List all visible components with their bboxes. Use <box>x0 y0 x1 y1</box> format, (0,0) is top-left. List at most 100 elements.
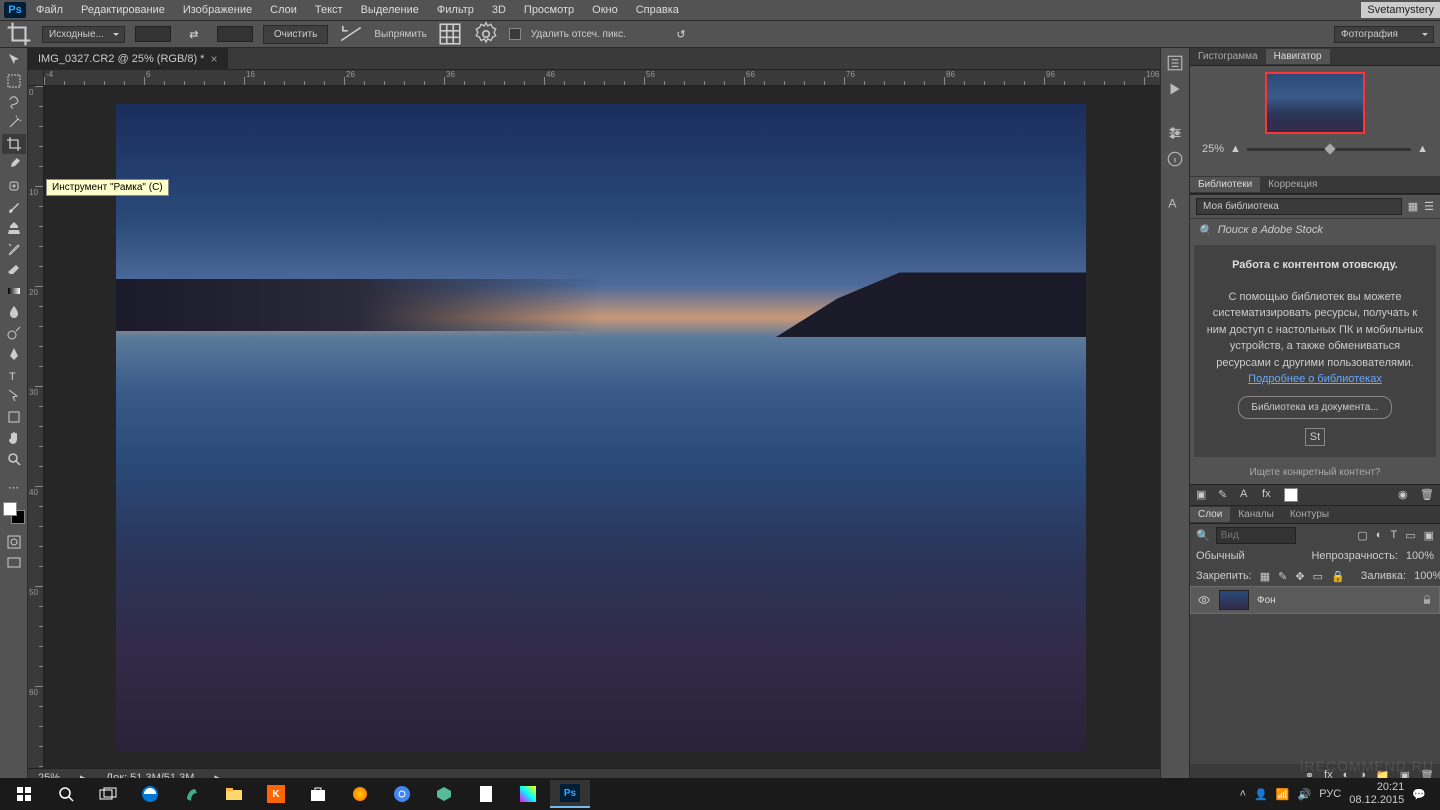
zoom-slider[interactable] <box>1247 148 1411 151</box>
history-brush-tool[interactable] <box>2 239 26 259</box>
blur-tool[interactable] <box>2 302 26 322</box>
histogram-tab[interactable]: Гистограмма <box>1190 49 1266 64</box>
layer-row-background[interactable]: Фон <box>1190 586 1440 614</box>
tray-language[interactable]: РУС <box>1319 788 1341 800</box>
task-view-button[interactable] <box>88 780 128 808</box>
text-tool[interactable]: T <box>2 365 26 385</box>
straighten-icon[interactable] <box>338 23 364 45</box>
lock-move-icon[interactable]: ✥ <box>1295 570 1304 583</box>
tray-wifi-icon[interactable]: 📶 <box>1276 788 1290 801</box>
add-brush-icon[interactable]: ✎ <box>1218 488 1232 502</box>
tray-volume-icon[interactable]: 🔊 <box>1298 788 1312 801</box>
menu-layers[interactable]: Слои <box>262 2 305 18</box>
notification-center-icon[interactable]: 💬 <box>1412 788 1426 801</box>
add-layerstyle-icon[interactable]: fx <box>1262 488 1276 502</box>
navigator-thumbnail[interactable] <box>1265 72 1365 134</box>
taskbar-app-3[interactable] <box>340 780 380 808</box>
libraries-tab[interactable]: Библиотеки <box>1190 177 1260 192</box>
lock-paint-icon[interactable]: ✎ <box>1278 570 1287 583</box>
navigator-tab[interactable]: Навигатор <box>1266 49 1330 64</box>
hand-tool[interactable] <box>2 428 26 448</box>
quick-mask-tool[interactable] <box>2 532 26 552</box>
taskbar-app-4[interactable] <box>424 780 464 808</box>
lock-trans-icon[interactable]: ▦ <box>1260 570 1270 583</box>
search-button[interactable] <box>46 780 86 808</box>
taskbar-chrome[interactable] <box>382 780 422 808</box>
menu-file[interactable]: Файл <box>28 2 71 18</box>
navigator-zoom-value[interactable]: 25% <box>1202 143 1224 155</box>
swap-dimensions-icon[interactable]: ⇄ <box>181 23 207 45</box>
delete-cropped-checkbox[interactable] <box>509 28 521 40</box>
straighten-label[interactable]: Выпрямить <box>374 29 426 40</box>
taskbar-photoshop[interactable]: Ps <box>550 780 590 808</box>
opacity-value[interactable]: 100% <box>1406 550 1434 562</box>
tray-clock[interactable]: 20:21 08.12.2015 <box>1349 781 1404 807</box>
crop-height-field[interactable] <box>217 26 253 42</box>
filter-pixel-icon[interactable]: ▢ <box>1357 529 1367 542</box>
tray-people-icon[interactable]: 👤 <box>1254 788 1268 801</box>
adjustments-tab[interactable]: Коррекция <box>1260 177 1325 192</box>
eyedropper-tool[interactable] <box>2 155 26 175</box>
color-swatches[interactable] <box>3 502 25 524</box>
lock-artboard-icon[interactable]: ▭ <box>1313 570 1323 583</box>
add-color-icon[interactable] <box>1284 488 1298 502</box>
menu-image[interactable]: Изображение <box>175 2 260 18</box>
actions-panel-icon[interactable] <box>1166 80 1184 98</box>
taskbar-app-2[interactable]: K <box>256 780 296 808</box>
fill-value[interactable]: 100% <box>1414 570 1440 582</box>
taskbar-app-6[interactable] <box>508 780 548 808</box>
gradient-tool[interactable] <box>2 281 26 301</box>
taskbar-explorer[interactable] <box>214 780 254 808</box>
crop-ratio-select[interactable]: Исходные... <box>42 26 125 43</box>
clear-button[interactable]: Очистить <box>263 25 329 44</box>
tray-chevron-icon[interactable]: ˄ <box>1240 788 1246 800</box>
lasso-tool[interactable] <box>2 92 26 112</box>
layer-thumbnail[interactable] <box>1219 590 1249 610</box>
taskbar-store[interactable] <box>298 780 338 808</box>
menu-select[interactable]: Выделение <box>353 2 427 18</box>
path-select-tool[interactable] <box>2 386 26 406</box>
gear-icon[interactable] <box>473 23 499 45</box>
info-panel-icon[interactable] <box>1166 150 1184 168</box>
library-search[interactable]: 🔍 Поиск в Adobe Stock <box>1190 219 1440 241</box>
start-button[interactable] <box>4 780 44 808</box>
blend-mode-select[interactable]: Обычный <box>1196 550 1245 562</box>
taskbar-app-1[interactable] <box>172 780 212 808</box>
edit-toolbar[interactable]: ⋯ <box>2 477 26 497</box>
shape-tool[interactable] <box>2 407 26 427</box>
menu-view[interactable]: Просмотр <box>516 2 582 18</box>
filter-smart-icon[interactable]: ▣ <box>1424 529 1434 542</box>
zoom-tool[interactable] <box>2 449 26 469</box>
menu-filter[interactable]: Фильтр <box>429 2 482 18</box>
brush-tool[interactable] <box>2 197 26 217</box>
move-tool[interactable] <box>2 50 26 70</box>
grid-view-icon[interactable]: ▦ <box>1408 200 1418 213</box>
eraser-tool[interactable] <box>2 260 26 280</box>
foreground-color[interactable] <box>3 502 17 516</box>
stock-icon[interactable]: St <box>1305 428 1325 446</box>
filter-shape-icon[interactable]: ▭ <box>1405 529 1415 542</box>
properties-panel-icon[interactable] <box>1166 124 1184 142</box>
layer-filter-input[interactable] <box>1216 527 1296 544</box>
filter-adjust-icon[interactable]: ◐ <box>1376 529 1383 542</box>
menu-text[interactable]: Текст <box>307 2 351 18</box>
trash-icon[interactable]: 🗑 <box>1420 488 1434 502</box>
menu-edit[interactable]: Редактирование <box>73 2 173 18</box>
sync-icon[interactable]: ◉ <box>1398 488 1412 502</box>
spot-healing-tool[interactable] <box>2 176 26 196</box>
character-panel-icon[interactable]: A <box>1166 194 1184 212</box>
workspace-select[interactable]: Фотография <box>1334 26 1434 43</box>
marquee-tool[interactable] <box>2 71 26 91</box>
layer-name[interactable]: Фон <box>1257 595 1276 606</box>
taskbar-edge[interactable] <box>130 780 170 808</box>
library-from-document-button[interactable]: Библиотека из документа... <box>1238 396 1391 419</box>
crop-tool-icon[interactable] <box>6 23 32 45</box>
filter-type-icon[interactable]: T <box>1390 529 1397 542</box>
list-view-icon[interactable]: ☰ <box>1424 200 1434 213</box>
crop-width-field[interactable] <box>135 26 171 42</box>
taskbar-app-5[interactable] <box>466 780 506 808</box>
filter-search-icon[interactable]: 🔍 <box>1196 529 1210 542</box>
canvas[interactable] <box>44 86 1160 768</box>
reset-icon[interactable]: ↺ <box>668 23 694 45</box>
add-swatch-icon[interactable]: ▣ <box>1196 488 1210 502</box>
